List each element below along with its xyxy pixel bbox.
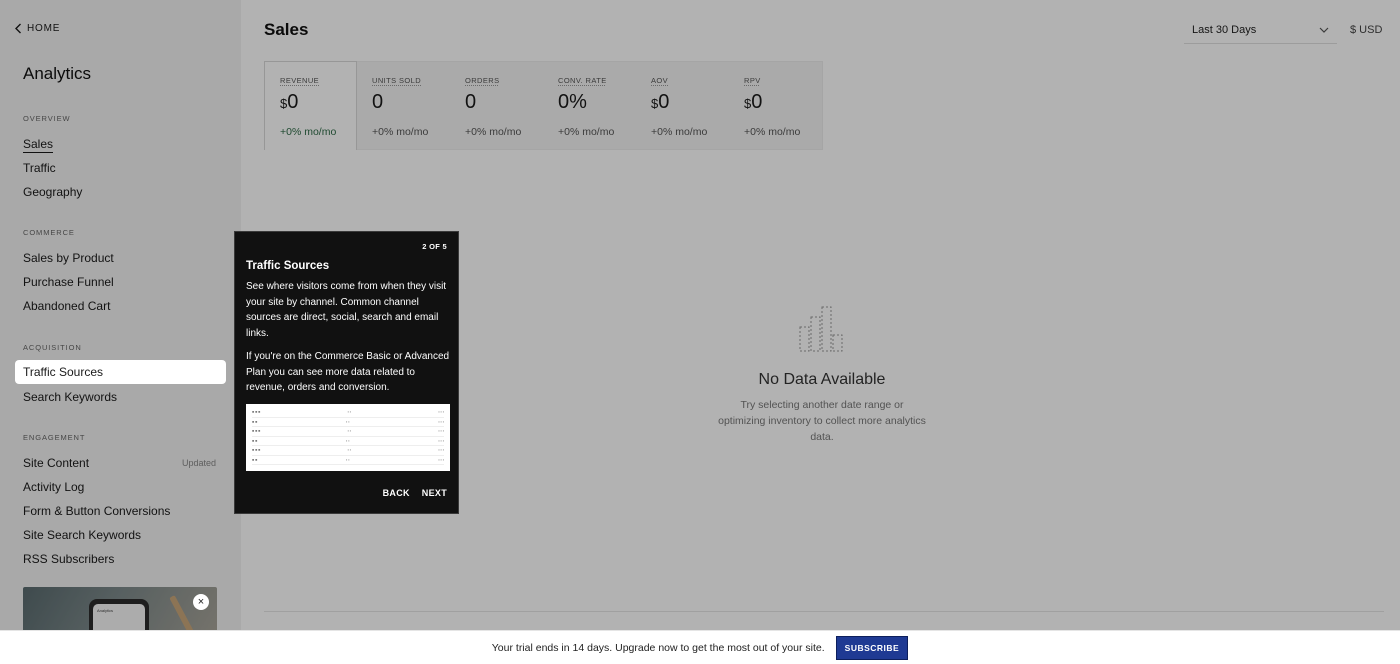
close-icon[interactable]: × xyxy=(193,594,209,610)
tour-back-button[interactable]: BACK xyxy=(383,488,410,498)
tour-paragraph-1: See where visitors come from when they v… xyxy=(246,281,447,339)
preview-row: ■ ■ ▪ ▪ ▪ ▪ ▪ xyxy=(252,456,444,465)
tour-tooltip: 2 OF 5 Traffic Sources See where visitor… xyxy=(234,231,459,514)
tour-paragraph-2: If you're on the Commerce Basic or Advan… xyxy=(246,351,450,393)
tour-next-button[interactable]: NEXT xyxy=(422,488,447,498)
preview-row: ■ ■ ■ ▪ ▪ ▪ ▪ ▪ xyxy=(252,427,444,437)
preview-row: ■ ■ ■ ▪ ▪ ▪ ▪ ▪ xyxy=(252,446,444,456)
trial-text: Your trial ends in 14 days. Upgrade now … xyxy=(491,641,825,654)
preview-row: ■ ■ ▪ ▪ ▪ ▪ ▪ xyxy=(252,437,444,446)
trial-banner: Your trial ends in 14 days. Upgrade now … xyxy=(0,630,1400,664)
preview-row: ■ ■ ■ ▪ ▪ ▪ ▪ ▪ xyxy=(252,408,444,418)
subscribe-button[interactable]: SUBSCRIBE xyxy=(835,635,909,660)
modal-overlay xyxy=(0,0,1400,630)
sidebar-item-traffic-sources[interactable]: Traffic Sources xyxy=(15,360,226,384)
preview-row: ■ ■ ▪ ▪ ▪ ▪ ▪ xyxy=(252,418,444,427)
tour-step-counter: 2 OF 5 xyxy=(422,242,447,251)
tour-preview-image: ■ ■ ■ ▪ ▪ ▪ ▪ ▪ ■ ■ ▪ ▪ ▪ ▪ ▪ ■ ■ ■ ▪ ▪ ▪ ▪ ▪ … xyxy=(246,404,450,471)
tour-buttons: BACK NEXT xyxy=(383,488,447,498)
tour-title: Traffic Sources xyxy=(246,260,330,272)
